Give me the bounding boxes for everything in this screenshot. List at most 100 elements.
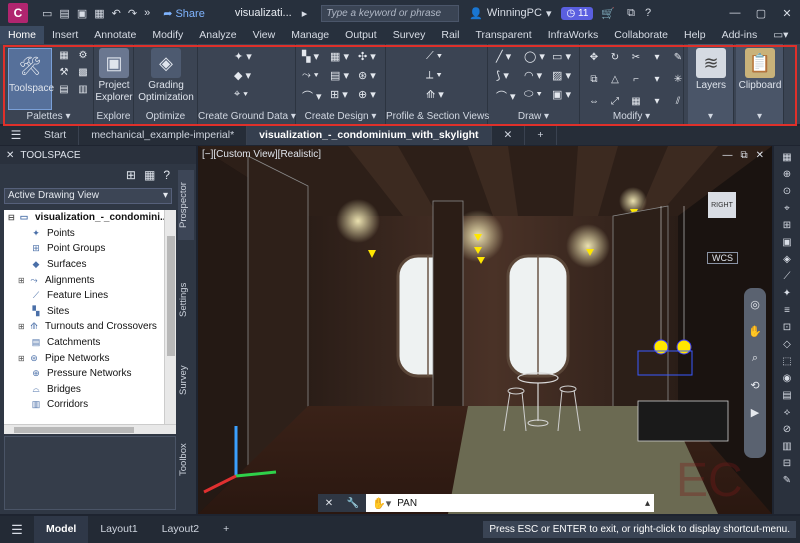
arc-icon[interactable]: ◠ ▾	[524, 69, 545, 82]
fillet-dropdown-icon[interactable]: ▾	[649, 72, 665, 86]
more-icon[interactable]: »	[144, 7, 150, 19]
erase-icon[interactable]: ✎	[670, 50, 686, 64]
user-account[interactable]: 👤 WinningPC ▾	[469, 7, 551, 20]
corridor-icon[interactable]: ▤ ▾	[330, 69, 349, 82]
tool-18-icon[interactable]: ▥	[782, 441, 791, 452]
tool-9-icon[interactable]: ✦	[783, 288, 791, 299]
tree-item-bridges[interactable]: ⌓ Bridges	[4, 382, 176, 398]
project-explorer-button[interactable]: ▣ Project Explorer	[94, 48, 134, 104]
tree-item-corridors[interactable]: ▥ Corridors	[4, 397, 176, 413]
redo-icon[interactable]: ↷	[128, 7, 137, 20]
tool-14-icon[interactable]: ◉	[783, 373, 792, 384]
tab-toolbox[interactable]: Toolbox	[178, 435, 194, 485]
command-customize-icon[interactable]: 🔧	[347, 498, 359, 509]
tree-root-drawing[interactable]: ⊟ ▭ visualization_-_condomini...	[4, 210, 176, 226]
clipboard-dropdown-icon[interactable]: ▾	[736, 111, 783, 122]
minimize-icon[interactable]: —	[722, 0, 748, 26]
properties-icon[interactable]: ▦	[56, 48, 72, 62]
array-icon[interactable]: ▦	[628, 94, 644, 108]
tab-insert[interactable]: Insert	[44, 26, 86, 44]
grading-icon[interactable]: ▦ ▾	[330, 50, 349, 63]
tree-item-pressure-networks[interactable]: ⊕ Pressure Networks	[4, 366, 176, 382]
tree-view-icon[interactable]: ⊞	[126, 168, 136, 182]
tab-layout2[interactable]: Layout2	[150, 516, 211, 543]
add-layout-button[interactable]: +	[211, 516, 241, 543]
toolspace-help-icon[interactable]: ?	[163, 168, 170, 182]
parcel-icon[interactable]: ▚ ▾	[302, 50, 322, 63]
create-design-panel-label[interactable]: Create Design ▾	[296, 111, 385, 122]
trim-dropdown-icon[interactable]: ▾	[649, 50, 665, 64]
mirror-icon[interactable]: △	[607, 72, 623, 86]
trim-icon[interactable]: ✂	[628, 50, 644, 64]
modify-panel-label[interactable]: Modify ▾	[580, 111, 683, 122]
layers-panel[interactable]: ≋ Layers ▾	[688, 44, 734, 124]
tab-help[interactable]: Help	[676, 26, 714, 44]
tab-start[interactable]: Start	[32, 126, 80, 145]
explode-icon[interactable]: ✳	[670, 72, 686, 86]
tree-horizontal-scrollbar[interactable]	[4, 424, 176, 434]
tool-12-icon[interactable]: ◇	[783, 339, 791, 350]
tool-4-icon[interactable]: ⌖	[784, 203, 790, 214]
scale-icon[interactable]: ⤢	[607, 94, 623, 108]
sample-lines-icon[interactable]: ⟂ ▾	[426, 69, 444, 82]
pressure-network-icon[interactable]: ⊕ ▾	[358, 88, 376, 101]
fillet-icon[interactable]: ⌐	[628, 72, 644, 86]
tool-palettes-icon[interactable]: ⚒	[56, 65, 72, 79]
intersection-icon[interactable]: ✣ ▾	[358, 50, 376, 63]
pipe-network-icon[interactable]: ⊛ ▾	[358, 69, 376, 82]
pan-icon[interactable]: ✋	[748, 325, 762, 338]
layers-button[interactable]: ≋ Layers	[688, 48, 734, 92]
maximize-icon[interactable]: ▢	[748, 0, 774, 26]
title-arrow-icon[interactable]: ▸	[302, 7, 308, 20]
viewport-close-icon[interactable]: ✕	[756, 150, 764, 161]
tab-infraworks[interactable]: InfraWorks	[540, 26, 607, 44]
tab-transparent[interactable]: Transparent	[467, 26, 539, 44]
tool-15-icon[interactable]: ▤	[782, 390, 791, 401]
layout-menu-icon[interactable]: ☰	[0, 522, 34, 538]
tool-7-icon[interactable]: ◈	[783, 254, 791, 265]
share-button[interactable]: ➦ Share	[163, 7, 205, 20]
tab-prospector[interactable]: Prospector	[178, 170, 194, 240]
ellipse-icon[interactable]: ⬭ ▾	[524, 88, 545, 101]
design-center-icon[interactable]: ▩	[75, 65, 91, 79]
tool-2-icon[interactable]: ⊕	[783, 169, 791, 180]
tab-layout1[interactable]: Layout1	[88, 516, 149, 543]
draw-panel-label[interactable]: Draw ▾	[488, 111, 579, 122]
hatch-icon[interactable]: ▨ ▾	[552, 69, 571, 82]
orbit-icon[interactable]: ⟲	[750, 379, 759, 392]
tree-item-point-groups[interactable]: ⊞ Point Groups	[4, 241, 176, 257]
zoom-icon[interactable]: ⌕	[752, 352, 758, 365]
tab-output[interactable]: Output	[337, 26, 385, 44]
toolspace-button[interactable]: 🛠 Toolspace	[8, 48, 54, 110]
tool-19-icon[interactable]: ⊟	[783, 458, 791, 469]
expand-icon[interactable]: ⊞	[18, 276, 26, 285]
boundary-icon[interactable]: ▣ ▾	[552, 88, 571, 101]
tab-rail[interactable]: Rail	[433, 26, 467, 44]
view-select[interactable]: Active Drawing View	[4, 188, 172, 204]
settings-icon[interactable]: ⚙	[75, 48, 91, 62]
tab-manage[interactable]: Manage	[283, 26, 337, 44]
tab-survey[interactable]: Survey	[385, 26, 434, 44]
tool-13-icon[interactable]: ⬚	[782, 356, 791, 367]
polyline-icon[interactable]: ⟆ ▾	[496, 69, 516, 82]
expand-icon[interactable]: ⊞	[18, 322, 26, 331]
section-views-icon[interactable]: ⟰ ▾	[426, 88, 444, 101]
points-icon[interactable]: ✦ ▾	[234, 50, 252, 63]
command-line[interactable]: ✕ 🔧 ✋▾ PAN ▴	[318, 494, 654, 512]
tree-vertical-scrollbar[interactable]	[164, 210, 176, 424]
tab-visualization-condominium[interactable]: visualization_-_condominium_with_skyligh…	[247, 126, 492, 145]
tree-item-alignments[interactable]: ⊞ ⤳ Alignments	[4, 272, 176, 288]
tab-modify[interactable]: Modify	[144, 26, 191, 44]
item-view-icon[interactable]: ▦	[144, 168, 155, 182]
tab-settings[interactable]: Settings	[178, 270, 194, 330]
help-icon[interactable]: ?	[645, 7, 651, 19]
tool-6-icon[interactable]: ▣	[782, 237, 791, 248]
tool-11-icon[interactable]: ⊡	[783, 322, 791, 333]
tree-item-points[interactable]: ✦ Points	[4, 226, 176, 242]
wcs-menu[interactable]: WCS	[707, 252, 738, 264]
tab-model[interactable]: Model	[34, 516, 89, 543]
open-folder-icon[interactable]: ▤	[59, 7, 69, 20]
grading-optimization-button[interactable]: ◈ Grading Optimization	[134, 48, 198, 104]
tree-item-turnouts[interactable]: ⊞ ⟰ Turnouts and Crossovers	[4, 319, 176, 335]
add-tab-button[interactable]: +	[525, 126, 557, 145]
